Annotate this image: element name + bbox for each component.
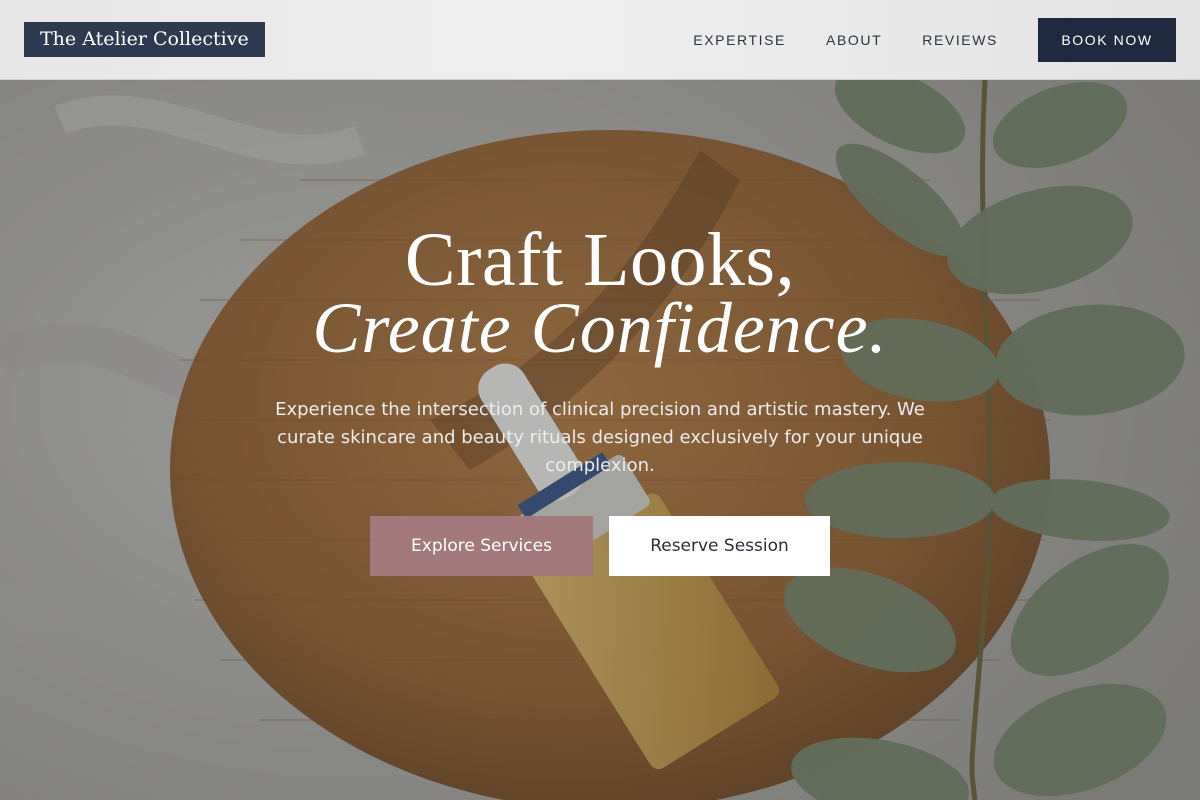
nav-link-expertise[interactable]: EXPERTISE — [693, 32, 786, 48]
nav-link-reviews[interactable]: REVIEWS — [922, 32, 998, 48]
top-navigation-bar: The Atelier Collective EXPERTISE ABOUT R… — [0, 0, 1200, 80]
hero-description: Experience the intersection of clinical … — [275, 399, 925, 476]
hero-cta-group: Explore Services Reserve Session — [370, 516, 830, 576]
book-now-button[interactable]: BOOK NOW — [1038, 18, 1176, 62]
nav-link-about[interactable]: ABOUT — [826, 32, 882, 48]
main-nav-links: EXPERTISE ABOUT REVIEWS — [693, 0, 998, 80]
reserve-session-button[interactable]: Reserve Session — [609, 516, 830, 576]
hero-headline-line-2: Create Confidence. — [312, 288, 888, 368]
landing-page: The Atelier Collective EXPERTISE ABOUT R… — [0, 0, 1200, 800]
explore-services-button[interactable]: Explore Services — [370, 516, 593, 576]
brand-logo[interactable]: The Atelier Collective — [24, 22, 265, 57]
hero-section: Craft Looks, Create Confidence. Experien… — [0, 222, 1200, 480]
hero-headline: Craft Looks, Create Confidence. — [0, 222, 1200, 372]
